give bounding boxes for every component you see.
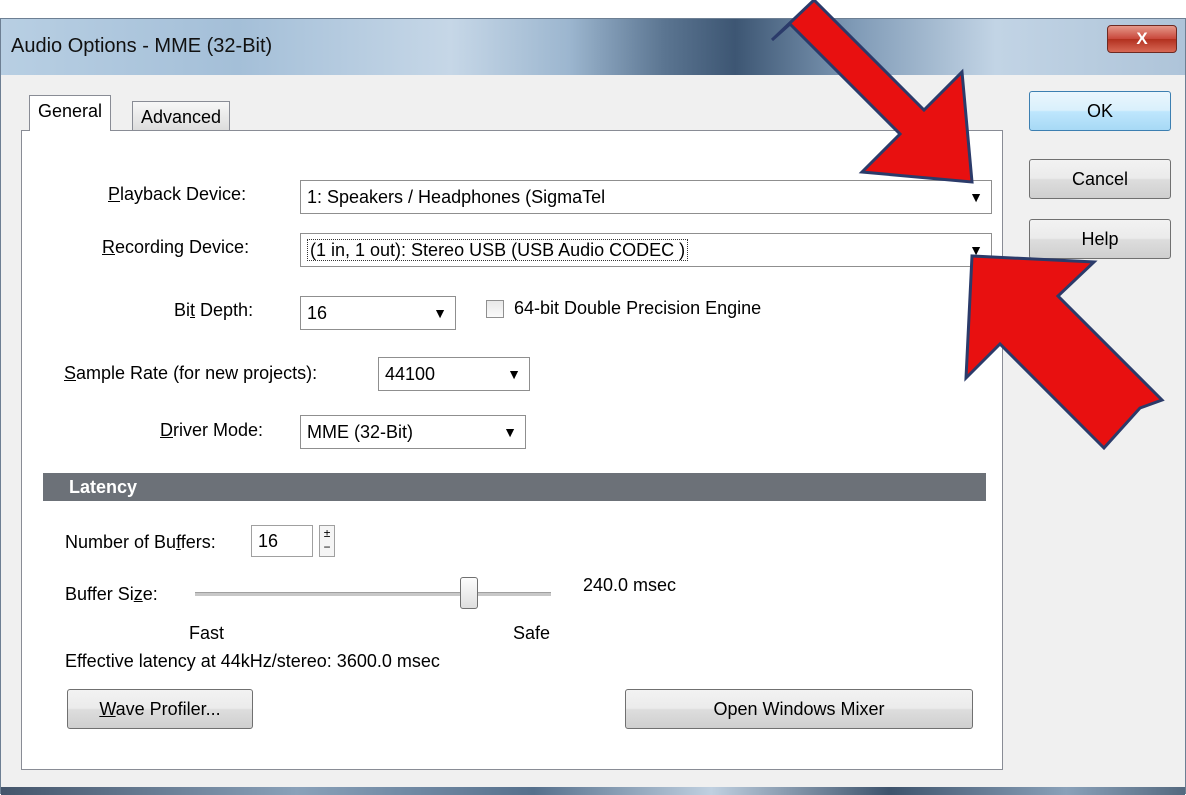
- red-arrow-down-right: [770, 0, 974, 184]
- tab-general[interactable]: General: [29, 95, 112, 131]
- annotation-arrows: [770, 0, 1165, 451]
- red-arrow-up-left: [964, 254, 1165, 451]
